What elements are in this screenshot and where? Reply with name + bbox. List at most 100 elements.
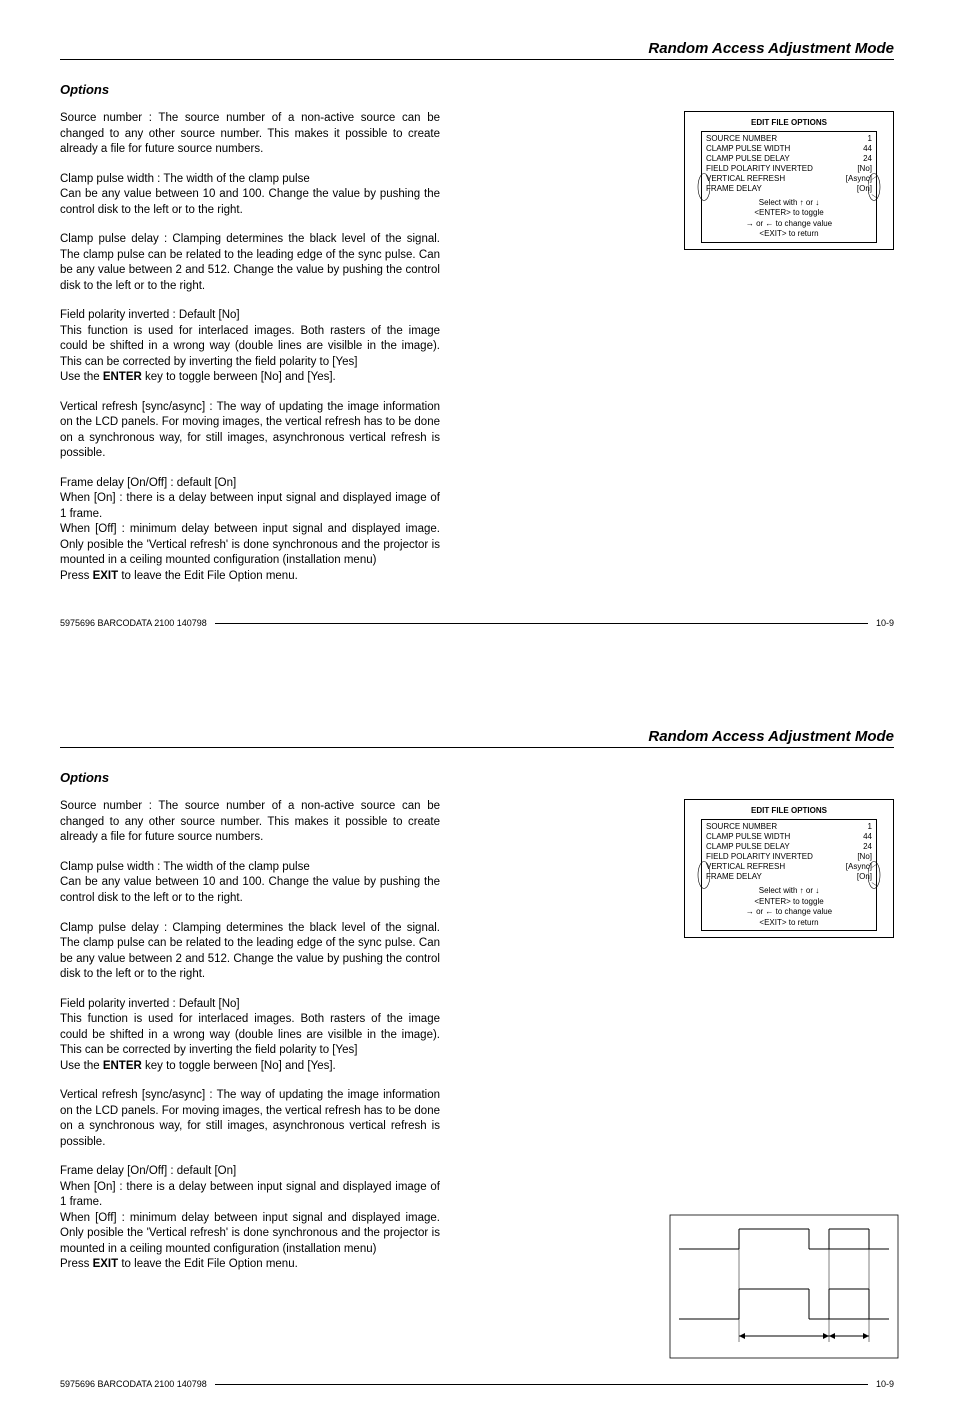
footer-right: 10-9: [876, 618, 894, 628]
osd-value: 44: [863, 144, 872, 154]
enter-key: ENTER: [103, 1060, 142, 1072]
para-source-number: Source number : The source number of a n…: [60, 799, 440, 846]
osd-row: CLAMP PULSE DELAY24: [706, 154, 872, 164]
osd-label: CLAMP PULSE WIDTH: [706, 832, 790, 842]
ear-right-icon: [868, 172, 886, 202]
osd-help-l4: <EXIT> to return: [706, 229, 872, 239]
osd-label: FIELD POLARITY INVERTED: [706, 164, 813, 174]
osd-row: CLAMP PULSE DELAY 24: [706, 842, 872, 852]
ear-left-icon: [692, 860, 710, 890]
fd-line1: Frame delay [On/Off] : default [On]: [60, 1165, 236, 1177]
osd-label: VERTICAL REFRESH: [706, 862, 785, 872]
osd-row: FIELD POLARITY INVERTED[No]: [706, 852, 872, 862]
osd-help: Select with ↑ or ↓ <ENTER> to toggle → o…: [706, 886, 872, 928]
osd-row: CLAMP PULSE WIDTH 44: [706, 832, 872, 842]
footer-line: [215, 623, 868, 624]
para-frame-delay: Frame delay [On/Off] : default [On] When…: [60, 476, 440, 585]
fp-line3-pre: Use the: [60, 371, 103, 383]
fd-line3: When [Off] : minimum delay between input…: [60, 523, 440, 566]
ear-right-icon: [868, 860, 886, 890]
osd-row: FRAME DELAY[On]: [706, 184, 872, 194]
osd-label: CLAMP PULSE DELAY: [706, 154, 790, 164]
fp-line2: This function is used for interlaced ima…: [60, 1013, 440, 1056]
enter-key: ENTER: [103, 371, 142, 383]
fp-line3-post: key to toggle berween [No] and [Yes].: [142, 1060, 336, 1072]
left-column: Source number : The source number of a n…: [60, 111, 440, 598]
right-column: EDIT FILE OPTIONS SOURCE NUMBER 1 CLAMP P…: [480, 799, 894, 1319]
fd-line4-pre: Press: [60, 570, 93, 582]
fd-line2: When [On] : there is a delay between inp…: [60, 492, 440, 520]
osd-row: FRAME DELAY[On]: [706, 872, 872, 882]
osd-label: FIELD POLARITY INVERTED: [706, 852, 813, 862]
fp-line2: This function is used for interlaced ima…: [60, 325, 440, 368]
exit-key: EXIT: [93, 570, 119, 582]
osd-inner: SOURCE NUMBER 1 CLAMP PULSE WIDTH 44 CLAMP…: [701, 819, 877, 931]
para-clamp-width: Clamp pulse width : The width of the cla…: [60, 860, 440, 907]
osd-value: 1: [868, 134, 872, 144]
osd-help-l2: <ENTER> to toggle: [706, 208, 872, 218]
fp-line1: Field polarity inverted : Default [No]: [60, 998, 240, 1010]
osd-value: 24: [863, 842, 872, 852]
osd-row: CLAMP PULSE WIDTH 44: [706, 144, 872, 154]
footer-left: 5975696 BARCODATA 2100 140798: [60, 618, 207, 628]
para-clamp-delay: Clamp pulse delay : Clamping determines …: [60, 232, 440, 294]
osd-row: SOURCE NUMBER 1: [706, 134, 872, 144]
fd-line4-post: to leave the Edit File Option menu.: [118, 570, 298, 582]
osd-help-l3: → or ← to change value: [706, 907, 872, 917]
osd-row: VERTICAL REFRESH[Async]: [706, 862, 872, 872]
osd-help-l2: <ENTER> to toggle: [706, 897, 872, 907]
options-heading: Options: [60, 770, 894, 785]
osd-label: FRAME DELAY: [706, 184, 762, 194]
para-vertical-refresh: Vertical refresh [sync/async] : The way …: [60, 1088, 440, 1150]
header-title: Random Access Adjustment Mode: [60, 728, 894, 748]
osd-label: FRAME DELAY: [706, 872, 762, 882]
fd-line4-pre: Press: [60, 1258, 93, 1270]
fd-line2: When [On] : there is a delay between inp…: [60, 1181, 440, 1209]
ear-left-icon: [692, 172, 710, 202]
content-row: Source number : The source number of a n…: [60, 799, 894, 1319]
osd-help-l1: Select with ↑ or ↓: [706, 198, 872, 208]
osd-row: VERTICAL REFRESH[Async]: [706, 174, 872, 184]
left-column: Source number : The source number of a n…: [60, 799, 440, 1319]
osd-label: SOURCE NUMBER: [706, 134, 777, 144]
para-source-number: Source number : The source number of a n…: [60, 111, 440, 158]
header-title: Random Access Adjustment Mode: [60, 40, 894, 60]
fd-line3: When [Off] : minimum delay between input…: [60, 1212, 440, 1255]
osd-label: VERTICAL REFRESH: [706, 174, 785, 184]
footer: 5975696 BARCODATA 2100 140798 10-9: [60, 1379, 894, 1389]
osd-help: Select with ↑ or ↓ <ENTER> to toggle → o…: [706, 198, 872, 240]
osd-label: CLAMP PULSE DELAY: [706, 842, 790, 852]
footer-right: 10-9: [876, 1379, 894, 1389]
fd-line1: Frame delay [On/Off] : default [On]: [60, 477, 236, 489]
osd-row: FIELD POLARITY INVERTED[No]: [706, 164, 872, 174]
footer: 5975696 BARCODATA 2100 140798 10-9: [60, 618, 894, 628]
para-field-polarity: Field polarity inverted : Default [No] T…: [60, 308, 440, 386]
osd-value: 1: [868, 822, 872, 832]
right-column: EDIT FILE OPTIONS SOURCE NUMBER 1 CLAMP P…: [480, 111, 894, 598]
para-vertical-refresh: Vertical refresh [sync/async] : The way …: [60, 400, 440, 462]
diagram-blank: [669, 306, 899, 506]
osd-help-l4: <EXIT> to return: [706, 918, 872, 928]
osd-title: EDIT FILE OPTIONS: [685, 118, 893, 127]
osd-box: EDIT FILE OPTIONS SOURCE NUMBER 1 CLAMP P…: [684, 799, 894, 938]
fp-line3-post: key to toggle berween [No] and [Yes].: [142, 371, 336, 383]
osd-help-l3: → or ← to change value: [706, 219, 872, 229]
para-clamp-width: Clamp pulse width : The width of the cla…: [60, 172, 440, 219]
footer-line: [215, 1384, 868, 1385]
page-2: Random Access Adjustment Mode Options So…: [0, 688, 954, 1409]
para-field-polarity: Field polarity inverted : Default [No] T…: [60, 997, 440, 1075]
osd-label: CLAMP PULSE WIDTH: [706, 144, 790, 154]
osd-box: EDIT FILE OPTIONS SOURCE NUMBER 1 CLAMP P…: [684, 111, 894, 250]
fp-line1: Field polarity inverted : Default [No]: [60, 309, 240, 321]
exit-key: EXIT: [93, 1258, 119, 1270]
osd-title: EDIT FILE OPTIONS: [685, 806, 893, 815]
osd-value: 44: [863, 832, 872, 842]
fp-line3-pre: Use the: [60, 1060, 103, 1072]
content-row: Source number : The source number of a n…: [60, 111, 894, 598]
options-heading: Options: [60, 82, 894, 97]
osd-label: SOURCE NUMBER: [706, 822, 777, 832]
osd-help-l1: Select with ↑ or ↓: [706, 886, 872, 896]
para-frame-delay: Frame delay [On/Off] : default [On] When…: [60, 1164, 440, 1273]
para-clamp-delay: Clamp pulse delay : Clamping determines …: [60, 921, 440, 983]
fd-line4-post: to leave the Edit File Option menu.: [118, 1258, 298, 1270]
